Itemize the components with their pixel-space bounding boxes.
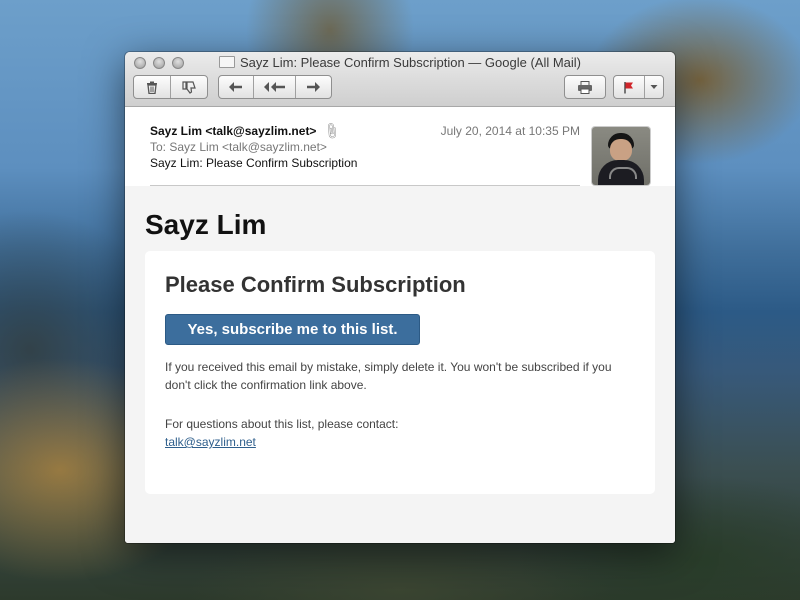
subscribe-confirm-button[interactable]: Yes, subscribe me to this list.	[165, 314, 420, 345]
forward-icon	[307, 82, 321, 92]
mistake-note: If you received this email by mistake, s…	[165, 360, 612, 392]
envelope-icon	[218, 56, 235, 68]
mail-window: Sayz Lim: Please Confirm Subscription — …	[125, 52, 675, 543]
flag-button[interactable]	[614, 76, 646, 98]
sender-field[interactable]: Sayz Lim <talk@sayzlim.net> 📎︎	[150, 121, 342, 142]
chevron-down-icon	[650, 85, 658, 89]
paperclip-icon: 📎︎	[321, 120, 343, 142]
print-button[interactable]	[565, 76, 605, 98]
recipient-field: To: Sayz Lim <talk@sayzlim.net>	[150, 140, 327, 154]
subject-line: Sayz Lim: Please Confirm Subscription	[150, 156, 358, 170]
email-brand-heading: Sayz Lim	[145, 209, 267, 240]
delete-button[interactable]	[134, 76, 171, 98]
reply-group	[218, 75, 332, 99]
header-divider	[150, 185, 580, 186]
flag-menu-button[interactable]	[645, 76, 663, 98]
print-group	[564, 75, 606, 99]
contact-email-link[interactable]: talk@sayzlim.net	[165, 435, 256, 449]
delete-junk-group	[133, 75, 208, 99]
trash-icon	[146, 81, 157, 94]
toolbar	[133, 75, 667, 99]
sender-address: Sayz Lim <talk@sayzlim.net>	[150, 124, 317, 138]
forward-button[interactable]	[296, 76, 331, 98]
reply-all-button[interactable]	[254, 76, 296, 98]
card-title: Please Confirm Subscription	[165, 272, 466, 297]
title-bar: Sayz Lim: Please Confirm Subscription — …	[125, 52, 675, 107]
print-icon	[578, 80, 592, 94]
junk-button[interactable]	[171, 76, 208, 98]
message-header: Sayz Lim <talk@sayzlim.net> 📎︎ To: Sayz L…	[125, 107, 675, 186]
message-date: July 20, 2014 at 10:35 PM	[440, 124, 580, 138]
reply-all-icon	[263, 82, 285, 92]
message-view: Sayz Lim <talk@sayzlim.net> 📎︎ To: Sayz L…	[125, 107, 675, 543]
reply-button[interactable]	[219, 76, 255, 98]
flag-icon	[624, 81, 634, 93]
sender-avatar	[592, 127, 650, 185]
reply-icon	[229, 82, 243, 92]
junk-thumbs-down-icon	[182, 80, 196, 94]
window-title-text: Sayz Lim: Please Confirm Subscription — …	[239, 55, 581, 70]
window-title: Sayz Lim: Please Confirm Subscription — …	[125, 55, 675, 70]
confirmation-card: Please Confirm Subscription Yes, subscri…	[145, 251, 655, 494]
flag-group	[613, 75, 664, 99]
contact-label: For questions about this list, please co…	[165, 417, 399, 431]
